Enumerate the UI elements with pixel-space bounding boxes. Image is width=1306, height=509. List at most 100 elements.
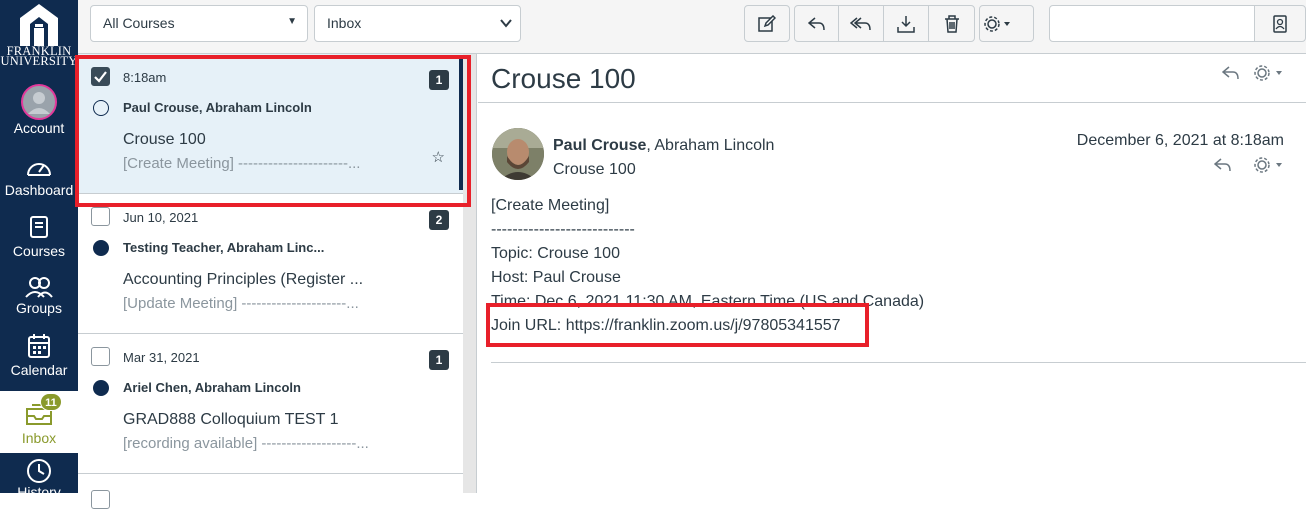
conversation-preview: [Update Meeting] ---------------------..… [123, 295, 359, 312]
message-subject: Crouse 100 [553, 161, 636, 178]
compose-button[interactable] [744, 5, 790, 42]
star-icon[interactable]: ☆ [432, 148, 445, 166]
conversation-participants: Ariel Chen, Abraham Lincoln [123, 380, 301, 395]
reply-icon [807, 16, 825, 30]
join-url-line[interactable]: Join URL: https://franklin.zoom.us/j/978… [491, 317, 841, 335]
franklin-logo[interactable]: FRANKLIN UNIVERSITY [0, 0, 78, 72]
reply-icon [1213, 158, 1231, 172]
settings-icon [1254, 65, 1282, 81]
archive-button[interactable] [883, 5, 929, 42]
groups-people-icon [25, 277, 53, 298]
courses-book-icon [30, 216, 48, 238]
chevron-down-icon: ▼ [287, 16, 297, 27]
conversation-subject: Crouse 100 [123, 131, 206, 148]
conversation-preview: [recording available] ------------------… [123, 435, 369, 452]
message-body-line: Time: Dec 6, 2021 11:30 AM, Eastern Time… [491, 293, 925, 310]
conversation-list-scrollbar[interactable] [463, 54, 477, 493]
nav-calendar[interactable]: Calendar [0, 333, 78, 383]
nav-history[interactable]: History [0, 458, 78, 493]
mailbox-filter-select[interactable]: Inbox [314, 5, 521, 42]
logo-text-university: UNIVERSITY [0, 54, 78, 68]
mailbox-filter-value: Inbox [327, 15, 362, 31]
unread-status-toggle[interactable] [93, 380, 109, 396]
archive-icon [897, 15, 915, 33]
conversation-date: Jun 10, 2021 [123, 210, 199, 225]
nav-dashboard[interactable]: Dashboard [0, 156, 78, 206]
message-date: December 6, 2021 at 8:18am [1076, 132, 1284, 149]
message-body-line: [Create Meeting] [491, 197, 610, 214]
sender-avatar[interactable] [492, 128, 544, 180]
conversation-checkbox[interactable] [91, 207, 110, 226]
conversation-subject: Accounting Principles (Register ... [123, 271, 364, 288]
conversation-title: Crouse 100 [491, 63, 636, 94]
nav-account[interactable]: Account [0, 84, 78, 144]
message-detail: Crouse 100 Paul Crouse, Abraham Lincoln … [478, 54, 1306, 493]
message-reply-button[interactable] [1213, 158, 1232, 177]
conversation-item[interactable]: 8:18am 1 Paul Crouse, Abraham Lincoln Cr… [78, 54, 463, 194]
conversation-item[interactable]: Jun 10, 2021 2 Testing Teacher, Abraham … [78, 194, 463, 334]
sender-photo-icon [492, 128, 544, 180]
message-count-badge: 1 [429, 70, 449, 90]
nav-groups[interactable]: Groups [0, 276, 78, 326]
compose-icon [758, 14, 776, 32]
conversation-settings-button[interactable] [1253, 64, 1285, 87]
conversation-item[interactable] [78, 474, 463, 509]
nav-courses-label: Courses [12, 243, 66, 259]
delete-button[interactable] [928, 5, 975, 42]
conversation-item[interactable]: Mar 31, 2021 1 Ariel Chen, Abraham Linco… [78, 334, 463, 474]
message-settings-button[interactable] [1253, 156, 1285, 179]
nav-groups-label: Groups [16, 300, 62, 316]
nav-courses[interactable]: Courses [0, 215, 78, 265]
author-name: Paul Crouse [553, 137, 647, 154]
settings-menu-button[interactable] [979, 5, 1034, 42]
conversation-checkbox[interactable] [91, 67, 110, 86]
inbox-unread-badge: 11 [40, 393, 62, 411]
conversation-preview: [Create Meeting] ----------------------.… [123, 155, 361, 172]
nav-inbox[interactable]: 11 Inbox [0, 391, 78, 453]
message-body-line: --------------------------- [491, 221, 635, 238]
nav-account-label: Account [13, 120, 65, 136]
calendar-icon [28, 334, 50, 358]
settings-icon [984, 15, 1010, 32]
read-status-toggle[interactable] [93, 100, 109, 116]
address-book-button[interactable] [1254, 5, 1306, 42]
conversation-subject: GRAD888 Colloquium TEST 1 [123, 411, 339, 428]
conversation-list: 8:18am 1 Paul Crouse, Abraham Lincoln Cr… [78, 54, 463, 509]
conversation-date: 8:18am [123, 70, 167, 85]
message-body-line: Topic: Crouse 100 [491, 245, 620, 262]
conversation-checkbox[interactable] [91, 347, 110, 366]
conversation-participants: Paul Crouse, Abraham Lincoln [123, 100, 312, 115]
franklin-emblem-icon [20, 4, 58, 46]
inbox-toolbar: All Courses ▼ Inbox [78, 0, 1306, 54]
nav-calendar-label: Calendar [10, 362, 68, 378]
unread-status-toggle[interactable] [93, 240, 109, 256]
global-nav: FRANKLIN UNIVERSITY Account Dashboard Co… [0, 0, 78, 493]
address-book-icon [1273, 14, 1287, 33]
reply-button[interactable] [794, 5, 839, 42]
conversation-date: Mar 31, 2021 [123, 350, 200, 365]
checkmark-icon [94, 71, 107, 83]
nav-dashboard-label: Dashboard [4, 182, 74, 198]
conversation-participants: Testing Teacher, Abraham Linc... [123, 240, 325, 255]
account-avatar-icon [21, 84, 57, 120]
history-clock-icon [27, 459, 51, 483]
course-filter-value: All Courses [103, 15, 175, 31]
delete-icon [944, 14, 959, 33]
message-body-line: Host: Paul Crouse [491, 269, 621, 286]
settings-icon [1254, 157, 1282, 173]
reply-all-button[interactable] [838, 5, 884, 42]
author-recipients: , Abraham Lincoln [646, 137, 775, 154]
reply-all-icon [850, 16, 871, 30]
conversation-reply-button[interactable] [1221, 66, 1240, 85]
course-filter-select[interactable]: All Courses ▼ [90, 5, 308, 42]
divider [491, 362, 1306, 363]
message-author: Paul Crouse, Abraham Lincoln [553, 137, 774, 155]
reply-icon [1221, 66, 1239, 80]
nav-history-label: History [17, 484, 61, 493]
message-count-badge: 1 [429, 350, 449, 370]
chevron-down-icon [500, 19, 512, 28]
search-recipient-input[interactable] [1049, 5, 1255, 42]
dashboard-gauge-icon [27, 163, 51, 176]
divider [478, 102, 1306, 103]
nav-inbox-label: Inbox [21, 430, 57, 446]
